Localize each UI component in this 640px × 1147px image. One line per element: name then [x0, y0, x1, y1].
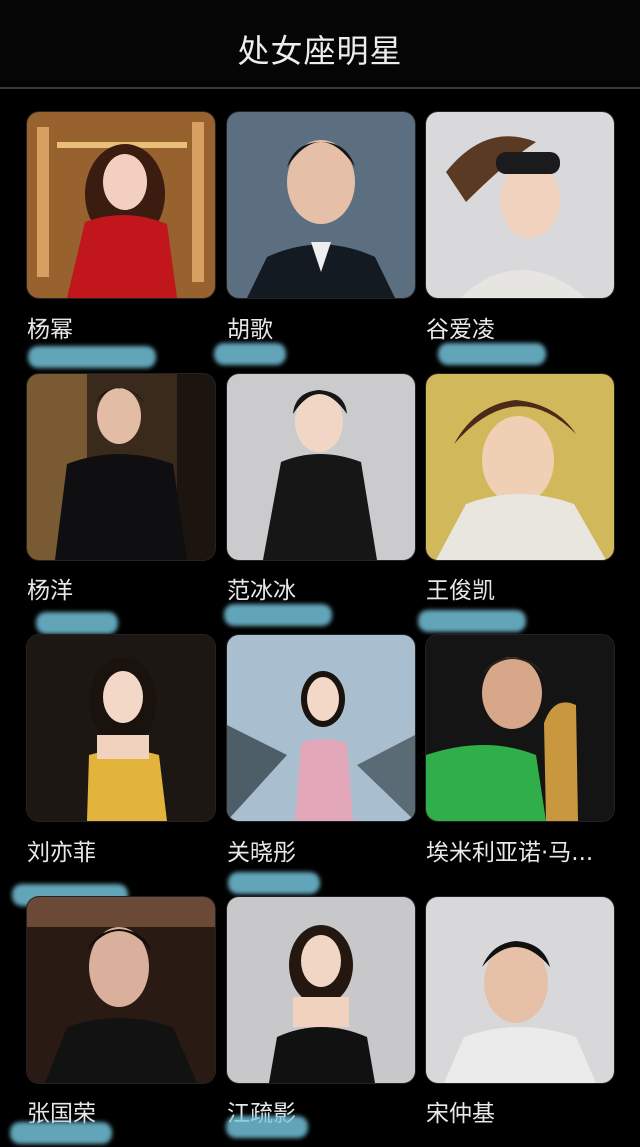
celebrity-name: 埃米利亚诺·马... [426, 840, 594, 866]
celebrity-photo [27, 635, 215, 821]
celebrity-photo [227, 635, 415, 821]
redaction-mark [228, 872, 320, 894]
celebrity-card-yang-mi[interactable] [27, 112, 215, 298]
celebrity-name: 刘亦菲 [27, 840, 96, 866]
redaction-mark [214, 343, 286, 365]
redaction-mark [28, 346, 156, 368]
celebrity-photo [426, 374, 614, 560]
celebrity-name: 杨幂 [27, 317, 73, 343]
celebrity-name: 杨洋 [27, 578, 73, 604]
redaction-mark [10, 1122, 112, 1144]
celebrity-card-hu-ge[interactable] [227, 112, 415, 298]
celebrity-name: 范冰冰 [227, 578, 296, 604]
celebrity-card-wang-jun-kai[interactable] [426, 374, 614, 560]
celebrity-photo [426, 897, 614, 1083]
celebrity-photo [426, 112, 614, 298]
celebrity-card-song-zhong-ji[interactable] [426, 897, 614, 1083]
celebrity-card-guan-xiao-tong[interactable] [227, 635, 415, 821]
celebrity-photo [426, 635, 614, 821]
celebrity-photo [227, 897, 415, 1083]
celebrity-name: 王俊凯 [426, 578, 495, 604]
celebrity-photo [27, 112, 215, 298]
redaction-mark [418, 610, 526, 632]
celebrity-photo [227, 112, 415, 298]
celebrity-grid: 杨幂 胡歌 谷爱凌 杨洋 范冰冰 王俊凯 刘亦菲 关晓彤 埃米利亚诺·马... … [0, 0, 640, 1147]
celebrity-card-jiang-shu-ying[interactable] [227, 897, 415, 1083]
celebrity-name: 谷爱凌 [426, 317, 495, 343]
celebrity-name: 宋仲基 [426, 1101, 495, 1127]
redaction-mark [226, 1116, 308, 1138]
celebrity-card-zhang-guo-rong[interactable] [27, 897, 215, 1083]
celebrity-card-emiliano-martinez[interactable] [426, 635, 614, 821]
celebrity-card-gu-ai-ling[interactable] [426, 112, 614, 298]
celebrity-card-yang-yang[interactable] [27, 374, 215, 560]
redaction-mark [36, 612, 118, 634]
celebrity-photo [27, 374, 215, 560]
redaction-mark [438, 343, 546, 365]
redaction-mark [224, 604, 332, 626]
celebrity-name: 关晓彤 [227, 840, 296, 866]
celebrity-photo [227, 374, 415, 560]
celebrity-name: 胡歌 [227, 317, 273, 343]
celebrity-card-fan-bing-bing[interactable] [227, 374, 415, 560]
celebrity-photo [27, 897, 215, 1083]
celebrity-card-liu-yi-fei[interactable] [27, 635, 215, 821]
